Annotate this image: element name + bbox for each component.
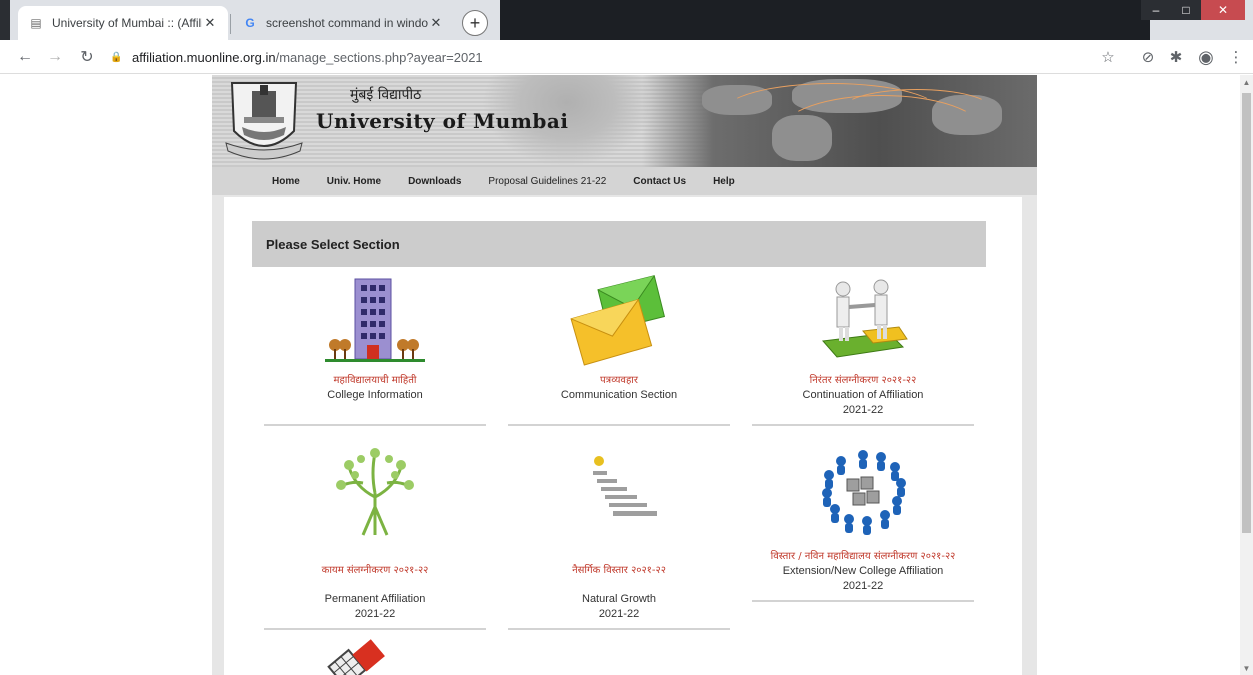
scroll-down-arrow-icon[interactable]: ▼ bbox=[1240, 661, 1253, 675]
tab-title: screenshot command in window bbox=[266, 16, 428, 30]
card-marathi-label[interactable]: कायम संलग्नीकरण २०२१-२२ bbox=[264, 564, 486, 578]
staircase-icon bbox=[593, 456, 657, 516]
university-favicon-icon: ▤ bbox=[30, 16, 42, 30]
university-crest-logo bbox=[225, 82, 303, 160]
nav-help[interactable]: Help bbox=[713, 176, 735, 187]
address-bar[interactable]: 🔒 affiliation.muonline.org.in/manage_sec… bbox=[110, 45, 1080, 69]
card-divider bbox=[264, 628, 486, 630]
scrollbar-thumb[interactable] bbox=[1242, 93, 1251, 533]
card-divider bbox=[508, 424, 730, 426]
back-arrow-icon[interactable]: ← bbox=[14, 46, 36, 68]
maximize-button[interactable]: □ bbox=[1171, 0, 1201, 20]
tree-figure-icon bbox=[336, 448, 414, 536]
tab-university[interactable]: ▤ University of Mumbai :: (Affiliatio ✕ bbox=[18, 6, 228, 40]
minimize-button[interactable]: – bbox=[1141, 0, 1171, 20]
nav-downloads[interactable]: Downloads bbox=[408, 176, 461, 187]
card-year: 2021-22 bbox=[842, 404, 884, 416]
window-controls: – □ ✕ bbox=[1141, 0, 1245, 20]
puzzle-extensions-icon[interactable]: ✱ bbox=[1166, 47, 1186, 67]
card-permanent-affiliation[interactable]: कायम संलग्नीकरण २०२१-२२ Permanent Affili… bbox=[264, 445, 486, 630]
handshake-puzzle-icon bbox=[822, 279, 908, 358]
header-banner: मुंबई विद्यापीठ University of Mumbai bbox=[212, 75, 1037, 167]
lock-icon[interactable]: 🔒 bbox=[110, 52, 124, 63]
college-building-icon bbox=[325, 278, 425, 362]
card-college-information[interactable]: महाविद्यालयाची माहिती College Informatio… bbox=[264, 275, 486, 426]
card-marathi-label[interactable]: महाविद्यालयाची माहिती bbox=[264, 374, 486, 388]
card-communication-section[interactable]: पत्रव्यवहार Communication Section bbox=[508, 275, 730, 426]
google-favicon-icon: G bbox=[245, 16, 255, 30]
envelope-icon bbox=[570, 275, 666, 366]
window-edge bbox=[0, 0, 10, 40]
page-viewport: मुंबई विद्यापीठ University of Mumbai Hom… bbox=[0, 75, 1240, 675]
browser-toolbar: ← → ↻ 🔒 affiliation.muonline.org.in/mana… bbox=[0, 40, 1253, 74]
forward-arrow-icon[interactable]: → bbox=[44, 46, 66, 68]
card-divider bbox=[752, 600, 974, 602]
close-icon[interactable]: ✕ bbox=[428, 15, 444, 31]
nav-home[interactable]: Home bbox=[272, 176, 300, 187]
url-host: affiliation.muonline.org.in bbox=[132, 49, 276, 65]
tab-screenshot-search[interactable]: G screenshot command in window ✕ bbox=[232, 6, 454, 40]
window-close-button[interactable]: ✕ bbox=[1201, 0, 1245, 20]
card-english-label[interactable]: Natural Growth bbox=[508, 592, 730, 607]
card-natural-growth[interactable]: नैसर्गिक विस्तार २०२१-२२ Natural Growth … bbox=[508, 445, 730, 630]
card-divider bbox=[508, 628, 730, 630]
card-divider bbox=[752, 424, 974, 426]
page-scrollbar[interactable]: ▲ ▼ bbox=[1240, 75, 1253, 675]
marathi-university-name: मुंबई विद्यापीठ bbox=[350, 87, 422, 103]
reload-icon[interactable]: ↻ bbox=[76, 46, 98, 68]
card-year: 2021-22 bbox=[842, 580, 884, 592]
nav-contact-us[interactable]: Contact Us bbox=[633, 176, 686, 187]
section-heading: Please Select Section bbox=[252, 221, 986, 267]
card-english-label[interactable]: Communication Section bbox=[508, 388, 730, 403]
card-marathi-label[interactable]: विस्तार / नविन महाविद्यालय संलग्नीकरण २०… bbox=[752, 550, 974, 564]
world-map-graphic bbox=[642, 75, 1037, 167]
site-container: मुंबई विद्यापीठ University of Mumbai Hom… bbox=[212, 75, 1037, 675]
background-window-strip bbox=[500, 0, 1150, 40]
partial-card-icon[interactable] bbox=[324, 639, 404, 675]
scroll-up-arrow-icon[interactable]: ▲ bbox=[1240, 75, 1253, 89]
extension-icon[interactable]: ⊘ bbox=[1138, 47, 1158, 67]
bookmark-star-icon[interactable]: ☆ bbox=[1098, 47, 1118, 67]
nav-proposal-guidelines[interactable]: Proposal Guidelines 21-22 bbox=[488, 176, 606, 187]
close-icon[interactable]: ✕ bbox=[202, 15, 218, 31]
tab-title: University of Mumbai :: (Affiliatio bbox=[52, 16, 202, 30]
tab-separator bbox=[230, 14, 231, 34]
card-marathi-label[interactable]: निरंतर संलग्नीकरण २०२१-२२ bbox=[752, 374, 974, 388]
nav-univ-home[interactable]: Univ. Home bbox=[327, 176, 381, 187]
card-marathi-label[interactable]: नैसर्गिक विस्तार २०२१-२२ bbox=[508, 564, 730, 578]
card-marathi-label[interactable]: पत्रव्यवहार bbox=[508, 374, 730, 388]
card-year: 2021-22 bbox=[598, 608, 640, 620]
english-university-name: University of Mumbai bbox=[316, 109, 569, 133]
main-content: Please Select Section महाविद्यालयाची माह… bbox=[224, 197, 1022, 675]
menu-kebab-icon[interactable]: ⋮ bbox=[1226, 47, 1246, 67]
card-year: 2021-22 bbox=[354, 608, 396, 620]
card-divider bbox=[264, 424, 486, 426]
browser-tab-bar: ▤ University of Mumbai :: (Affiliatio ✕ … bbox=[0, 0, 1253, 40]
url-path: /manage_sections.php?ayear=2021 bbox=[275, 49, 483, 65]
main-nav: Home Univ. Home Downloads Proposal Guide… bbox=[212, 167, 1037, 195]
card-english-label[interactable]: Permanent Affiliation bbox=[264, 592, 486, 607]
card-english-label[interactable]: Continuation of Affiliation bbox=[752, 388, 974, 403]
people-circle-icon bbox=[822, 450, 906, 535]
card-english-label[interactable]: College Information bbox=[264, 388, 486, 403]
card-english-label[interactable]: Extension/New College Affiliation bbox=[752, 564, 974, 579]
card-year bbox=[508, 403, 730, 418]
card-continuation-of-affiliation[interactable]: निरंतर संलग्नीकरण २०२१-२२ Continuation o… bbox=[752, 275, 974, 426]
new-tab-button[interactable]: + bbox=[462, 10, 488, 36]
card-extension-new-college-affiliation[interactable]: विस्तार / नविन महाविद्यालय संलग्नीकरण २०… bbox=[752, 445, 974, 602]
profile-icon[interactable]: ◉ bbox=[1196, 47, 1216, 67]
card-year bbox=[264, 403, 486, 418]
